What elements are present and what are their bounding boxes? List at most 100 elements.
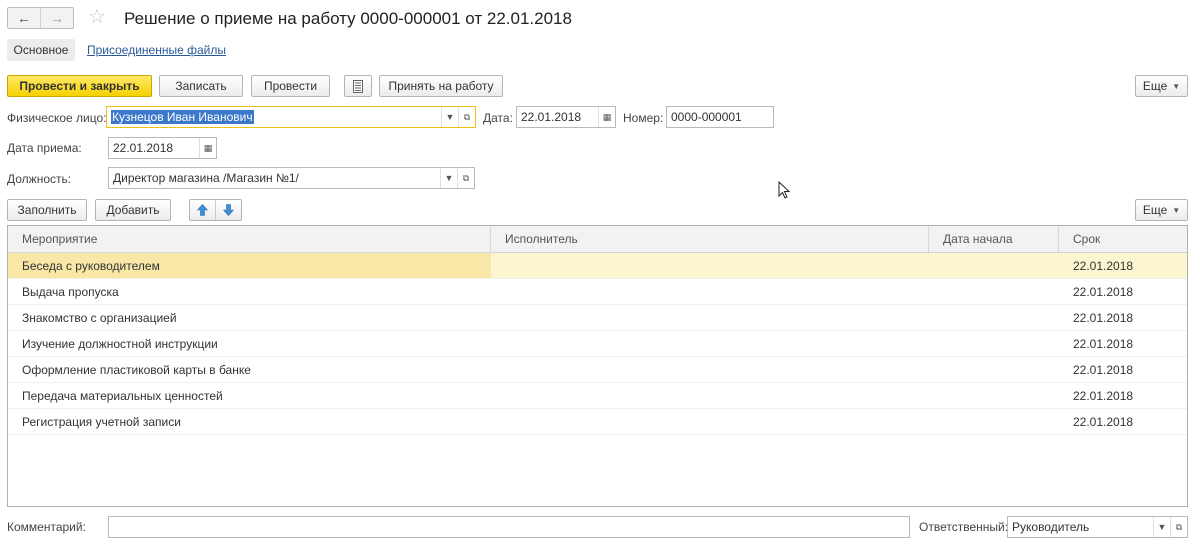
date-value: 22.01.2018 — [521, 110, 582, 124]
cell-event: Регистрация учетной записи — [22, 414, 181, 429]
table-row[interactable]: Передача материальных ценностей 22.01.20… — [8, 383, 1187, 409]
cell-executor — [491, 331, 929, 356]
chevron-down-icon: ▼ — [445, 112, 455, 122]
person-field[interactable]: Кузнецов Иван Иванович ▼ ⧉ — [106, 106, 476, 128]
table-row[interactable]: Оформление пластиковой карты в банке 22.… — [8, 357, 1187, 383]
hire-date-label: Дата приема: — [7, 141, 82, 155]
open-window-icon: ⧉ — [462, 172, 470, 183]
hire-date-field[interactable]: 22.01.2018 ▦ — [108, 137, 217, 159]
move-up-button[interactable] — [190, 200, 216, 220]
arrow-up-icon — [197, 204, 208, 216]
dropdown-button[interactable]: ▼ — [440, 168, 457, 188]
cell-due: 22.01.2018 — [1073, 362, 1134, 377]
column-header[interactable]: Мероприятие — [8, 226, 491, 252]
cell-start — [929, 409, 1059, 434]
cell-start — [929, 331, 1059, 356]
arrow-right-icon: → — [50, 10, 64, 26]
history-nav: ← → — [7, 7, 74, 29]
star-icon[interactable]: ☆ — [88, 5, 106, 29]
hire-button[interactable]: Принять на работу — [379, 75, 503, 97]
responsible-value: Руководитель — [1012, 520, 1090, 534]
responsible-field[interactable]: Руководитель ▼ ⧉ — [1007, 516, 1188, 538]
back-button[interactable]: ← — [8, 8, 40, 28]
date-field[interactable]: 22.01.2018 ▦ — [516, 106, 616, 128]
dropdown-button[interactable]: ▼ — [441, 107, 458, 127]
cell-due: 22.01.2018 — [1073, 310, 1134, 325]
table-header: Мероприятие Исполнитель Дата начала Срок — [8, 226, 1187, 253]
cell-due: 22.01.2018 — [1073, 388, 1134, 403]
cell-due: 22.01.2018 — [1073, 258, 1134, 273]
page-title: Решение о приеме на работу 0000-000001 о… — [124, 9, 572, 28]
cell-executor — [491, 253, 929, 278]
dropdown-button[interactable]: ▼ — [1153, 517, 1170, 537]
post-and-close-button[interactable]: Провести и закрыть — [7, 75, 152, 97]
table-row[interactable]: Регистрация учетной записи 22.01.2018 — [8, 409, 1187, 435]
responsible-label: Ответственный: — [919, 520, 1009, 534]
cell-start — [929, 253, 1059, 278]
cell-event: Выдача пропуска — [22, 284, 119, 299]
post-button[interactable]: Провести — [251, 75, 330, 97]
chevron-down-icon: ▼ — [1172, 205, 1181, 215]
table-row[interactable]: Беседа с руководителем 22.01.2018 — [8, 253, 1187, 279]
cell-event: Оформление пластиковой карты в банке — [22, 362, 251, 377]
add-button[interactable]: Добавить — [95, 199, 171, 221]
report-button[interactable] — [344, 75, 372, 97]
open-button[interactable]: ⧉ — [457, 168, 474, 188]
calendar-button[interactable]: ▦ — [199, 138, 216, 158]
tab-attached-files[interactable]: Присоединенные файлы — [87, 43, 226, 57]
cell-start — [929, 383, 1059, 408]
open-button[interactable]: ⧉ — [1170, 517, 1187, 537]
calendar-icon: ▦ — [203, 142, 213, 153]
save-button[interactable]: Записать — [159, 75, 243, 97]
column-header[interactable]: Исполнитель — [491, 226, 929, 252]
open-window-icon: ⧉ — [463, 111, 471, 122]
comment-field[interactable] — [108, 516, 910, 538]
open-button[interactable]: ⧉ — [458, 107, 475, 127]
chevron-down-icon: ▼ — [1172, 81, 1181, 91]
number-field[interactable]: 0000-000001 — [666, 106, 774, 128]
arrow-left-icon: ← — [17, 10, 31, 26]
position-field[interactable]: Директор магазина /Магазин №1/ ▼ ⧉ — [108, 167, 475, 189]
cell-executor — [491, 357, 929, 382]
number-label: Номер: — [623, 111, 664, 125]
table-row[interactable]: Выдача пропуска 22.01.2018 — [8, 279, 1187, 305]
table-row[interactable]: Знакомство с организацией 22.01.2018 — [8, 305, 1187, 331]
table-more-button[interactable]: Еще ▼ — [1135, 199, 1188, 221]
mouse-cursor-icon — [778, 181, 790, 199]
table-row[interactable]: Изучение должностной инструкции 22.01.20… — [8, 331, 1187, 357]
events-table: Мероприятие Исполнитель Дата начала Срок… — [7, 225, 1188, 507]
document-list-icon — [353, 79, 363, 93]
arrow-down-icon — [223, 204, 234, 216]
cell-executor — [491, 383, 929, 408]
column-header[interactable]: Дата начала — [929, 226, 1059, 252]
calendar-button[interactable]: ▦ — [598, 107, 615, 127]
position-label: Должность: — [7, 172, 72, 186]
open-window-icon: ⧉ — [1175, 521, 1183, 532]
person-label: Физическое лицо: — [7, 111, 107, 125]
cell-executor — [491, 305, 929, 330]
move-down-button[interactable] — [216, 200, 241, 220]
cell-start — [929, 305, 1059, 330]
cell-executor — [491, 279, 929, 304]
number-value: 0000-000001 — [671, 110, 742, 124]
cell-event: Беседа с руководителем — [8, 253, 491, 278]
column-header[interactable]: Срок — [1059, 226, 1187, 252]
cell-executor — [491, 409, 929, 434]
position-value: Директор магазина /Магазин №1/ — [113, 171, 299, 185]
tab-main[interactable]: Основное — [7, 39, 75, 61]
hire-date-value: 22.01.2018 — [113, 141, 174, 155]
more-button[interactable]: Еще ▼ — [1135, 75, 1188, 97]
more-label: Еще — [1142, 203, 1168, 217]
date-label: Дата: — [483, 111, 513, 125]
chevron-down-icon: ▼ — [1157, 522, 1167, 532]
calendar-icon: ▦ — [602, 111, 612, 122]
cell-due: 22.01.2018 — [1073, 414, 1134, 429]
cell-start — [929, 279, 1059, 304]
cell-due: 22.01.2018 — [1073, 284, 1134, 299]
forward-button[interactable]: → — [40, 8, 73, 28]
fill-button[interactable]: Заполнить — [7, 199, 87, 221]
cell-event: Знакомство с организацией — [22, 310, 177, 325]
comment-label: Комментарий: — [7, 520, 86, 534]
cell-start — [929, 357, 1059, 382]
move-buttons — [189, 199, 242, 221]
